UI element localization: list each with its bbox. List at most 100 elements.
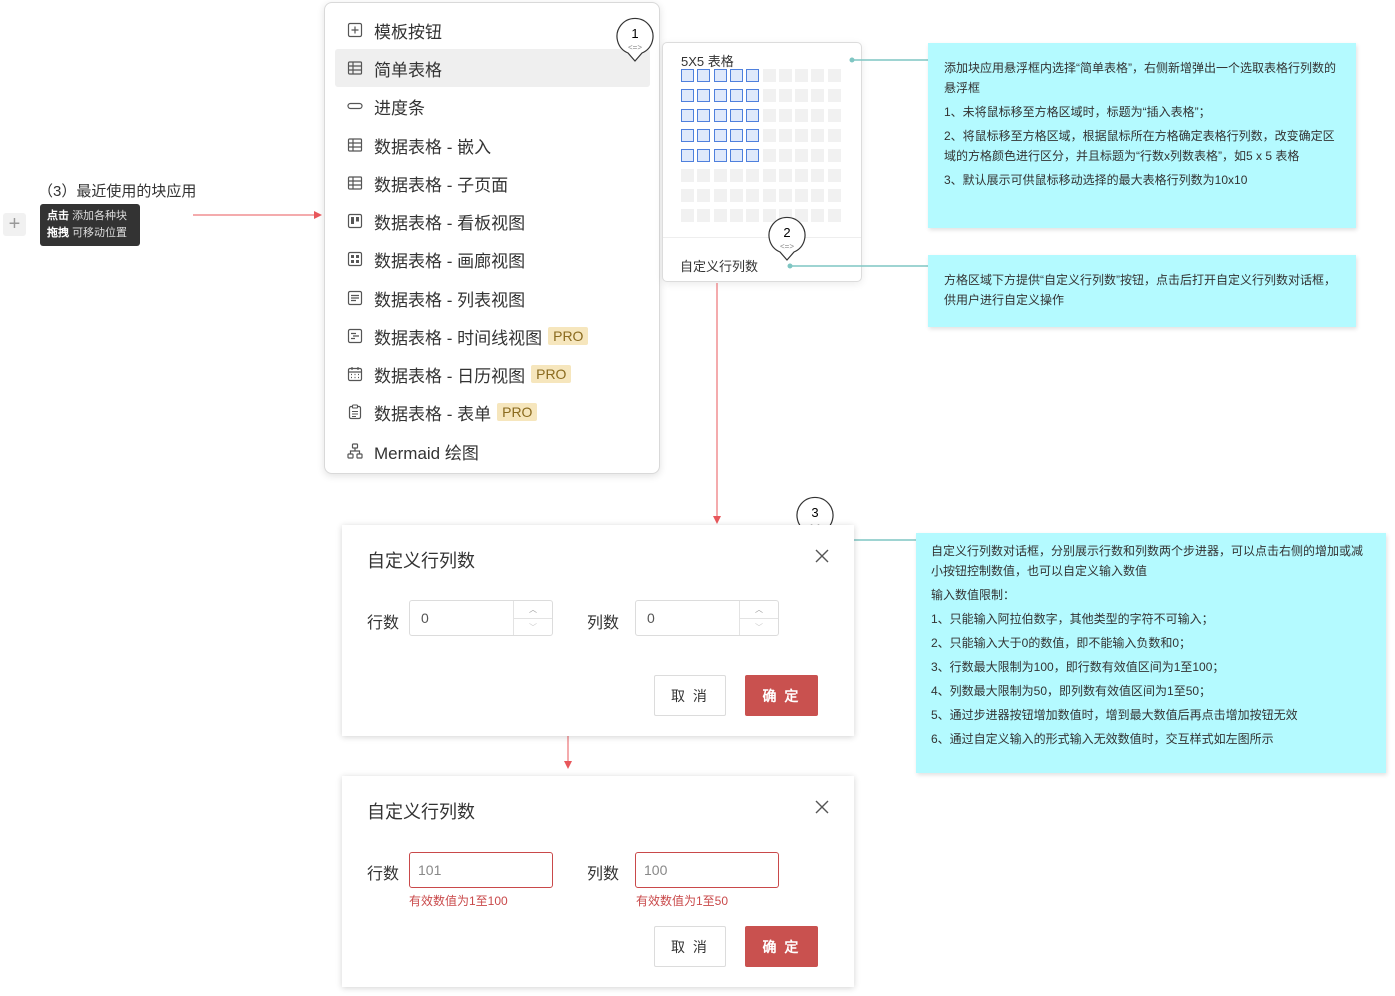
grid-cell-selected[interactable] [713, 149, 727, 162]
grid-cell-selected[interactable] [746, 129, 760, 142]
grid-cell[interactable] [811, 189, 825, 202]
add-block-button[interactable]: + [3, 213, 26, 236]
cancel-button[interactable]: 取 消 [654, 926, 726, 967]
grid-cell-selected[interactable] [681, 69, 694, 82]
grid-cell[interactable] [762, 189, 776, 202]
cols-input-error[interactable] [635, 852, 779, 888]
grid-cell-selected[interactable] [681, 109, 694, 122]
grid-cell-selected[interactable] [729, 69, 743, 82]
grid-cell-selected[interactable] [746, 69, 760, 82]
grid-cell[interactable] [778, 149, 792, 162]
grid-cell[interactable] [811, 209, 825, 222]
grid-cell-selected[interactable] [729, 129, 743, 142]
menu-item-data-table-gallery[interactable]: 数据表格 - 画廊视图 [335, 240, 650, 278]
grid-cell[interactable] [827, 89, 841, 102]
ok-button[interactable]: 确 定 [745, 926, 818, 967]
grid-cell[interactable] [778, 169, 792, 182]
grid-cell[interactable] [681, 169, 694, 182]
grid-cell[interactable] [795, 189, 809, 202]
grid-cell[interactable] [827, 149, 841, 162]
grid-cell-selected[interactable] [713, 69, 727, 82]
grid-cell[interactable] [762, 169, 776, 182]
grid-cell-selected[interactable] [697, 69, 711, 82]
grid-cell[interactable] [762, 149, 776, 162]
grid-cell[interactable] [762, 89, 776, 102]
table-size-grid[interactable] [681, 69, 844, 225]
grid-cell[interactable] [827, 129, 841, 142]
grid-cell[interactable] [811, 89, 825, 102]
cols-stepper[interactable]: ︿ ﹀ [635, 600, 779, 636]
menu-item-data-table-embed[interactable]: 数据表格 - 嵌入 [335, 126, 650, 164]
grid-cell-selected[interactable] [697, 129, 711, 142]
grid-cell[interactable] [697, 209, 711, 222]
grid-cell[interactable] [713, 189, 727, 202]
ok-button[interactable]: 确 定 [745, 675, 818, 716]
grid-cell[interactable] [762, 69, 776, 82]
grid-cell[interactable] [795, 169, 809, 182]
grid-cell[interactable] [795, 109, 809, 122]
grid-cell[interactable] [746, 169, 760, 182]
grid-cell[interactable] [762, 129, 776, 142]
grid-cell-selected[interactable] [713, 129, 727, 142]
menu-item-template-button[interactable]: 模板按钮 [335, 11, 650, 49]
menu-item-data-table-list[interactable]: 数据表格 - 列表视图 [335, 279, 650, 317]
increment-button[interactable]: ︿ [514, 601, 552, 618]
grid-cell[interactable] [795, 89, 809, 102]
grid-cell[interactable] [681, 209, 694, 222]
grid-cell[interactable] [778, 189, 792, 202]
grid-cell[interactable] [778, 109, 792, 122]
increment-button[interactable]: ︿ [740, 601, 778, 618]
grid-cell[interactable] [811, 69, 825, 82]
menu-item-data-table-timeline[interactable]: 数据表格 - 时间线视图 PRO [335, 317, 650, 355]
grid-cell-selected[interactable] [729, 109, 743, 122]
grid-cell-selected[interactable] [713, 109, 727, 122]
rows-stepper[interactable]: ︿ ﹀ [409, 600, 553, 636]
grid-cell[interactable] [827, 169, 841, 182]
grid-cell[interactable] [811, 149, 825, 162]
rows-input[interactable] [410, 601, 513, 635]
grid-cell[interactable] [811, 169, 825, 182]
grid-cell[interactable] [729, 209, 743, 222]
grid-cell-selected[interactable] [746, 109, 760, 122]
grid-cell[interactable] [746, 209, 760, 222]
grid-cell[interactable] [729, 169, 743, 182]
grid-cell-selected[interactable] [681, 129, 694, 142]
grid-cell[interactable] [762, 109, 776, 122]
grid-cell[interactable] [697, 189, 711, 202]
grid-cell-selected[interactable] [729, 89, 743, 102]
custom-rows-cols-button[interactable]: 自定义行列数 [680, 256, 758, 275]
menu-item-mermaid[interactable]: Mermaid 绘图 [335, 432, 650, 470]
grid-cell[interactable] [811, 129, 825, 142]
grid-cell-selected[interactable] [746, 149, 760, 162]
grid-cell[interactable] [811, 109, 825, 122]
close-icon[interactable] [815, 549, 829, 563]
menu-item-data-table-form[interactable]: 数据表格 - 表单 PRO [335, 393, 650, 431]
rows-input-error[interactable] [409, 852, 553, 888]
grid-cell[interactable] [713, 209, 727, 222]
grid-cell[interactable] [827, 69, 841, 82]
grid-cell[interactable] [713, 169, 727, 182]
grid-cell-selected[interactable] [746, 89, 760, 102]
cancel-button[interactable]: 取 消 [654, 675, 726, 716]
grid-cell-selected[interactable] [697, 89, 711, 102]
menu-item-data-table-kanban[interactable]: 数据表格 - 看板视图 [335, 202, 650, 240]
menu-item-data-table-subpage[interactable]: 数据表格 - 子页面 [335, 164, 650, 202]
decrement-button[interactable]: ﹀ [514, 618, 552, 636]
grid-cell-selected[interactable] [681, 149, 694, 162]
menu-item-progress-bar[interactable]: 进度条 [335, 87, 650, 125]
menu-item-simple-table[interactable]: 简单表格 [335, 49, 650, 87]
close-icon[interactable] [815, 800, 829, 814]
grid-cell[interactable] [746, 189, 760, 202]
grid-cell-selected[interactable] [697, 109, 711, 122]
grid-cell[interactable] [778, 89, 792, 102]
grid-cell[interactable] [795, 149, 809, 162]
grid-cell-selected[interactable] [729, 149, 743, 162]
decrement-button[interactable]: ﹀ [740, 618, 778, 636]
grid-cell[interactable] [681, 189, 694, 202]
grid-cell[interactable] [827, 109, 841, 122]
grid-cell[interactable] [729, 189, 743, 202]
grid-cell[interactable] [778, 129, 792, 142]
grid-cell[interactable] [795, 129, 809, 142]
grid-cell[interactable] [827, 209, 841, 222]
menu-item-data-table-calendar[interactable]: 数据表格 - 日历视图 PRO [335, 355, 650, 393]
